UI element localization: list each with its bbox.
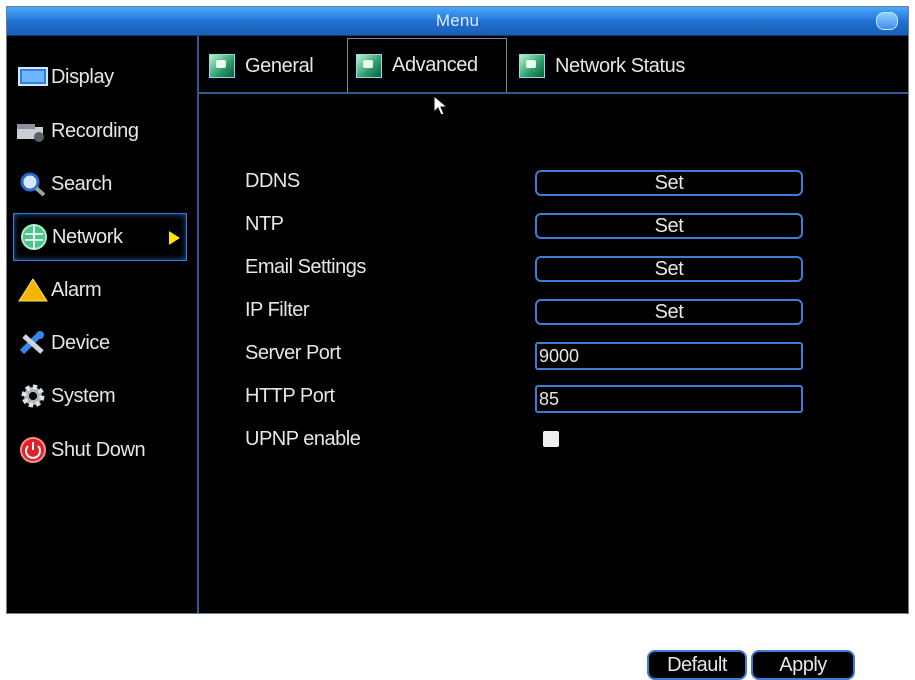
tab-network-status[interactable]: Network Status <box>511 40 731 92</box>
sidebar-item-search[interactable]: Search <box>13 161 185 207</box>
picture-icon <box>519 54 545 78</box>
tab-advanced[interactable]: Advanced <box>347 38 507 92</box>
ntp-set-button[interactable]: Set <box>535 213 803 239</box>
sidebar-item-label: Network <box>52 225 123 248</box>
apply-button[interactable]: Apply <box>751 650 855 680</box>
globe-icon <box>18 224 50 250</box>
ddns-label: DDNS <box>245 170 300 192</box>
http-port-label: HTTP Port <box>245 385 335 407</box>
warning-icon <box>17 277 49 303</box>
sidebar-item-label: System <box>51 384 116 407</box>
advanced-panel: DDNS Set NTP Set Email Settings Set IP F… <box>199 95 908 680</box>
sidebar-item-label: Alarm <box>51 278 102 301</box>
sidebar-item-alarm[interactable]: Alarm <box>13 267 185 313</box>
power-icon <box>17 437 49 463</box>
tab-label: General <box>245 54 314 77</box>
ntp-label: NTP <box>245 213 284 235</box>
ddns-set-button[interactable]: Set <box>535 170 803 196</box>
recorder-icon <box>17 118 49 144</box>
tab-general[interactable]: General <box>201 40 341 92</box>
email-settings-label: Email Settings <box>245 256 366 278</box>
sidebar-item-label: Device <box>51 331 110 354</box>
menu-window: Menu Display Recording Search Network Al… <box>6 6 909 680</box>
sidebar-item-shutdown[interactable]: Shut Down <box>13 427 185 473</box>
magnifier-icon <box>17 171 49 197</box>
sidebar-item-system[interactable]: System <box>13 373 185 419</box>
mouse-cursor-icon <box>433 94 449 122</box>
upnp-enable-label: UPNP enable <box>245 428 361 450</box>
close-icon[interactable] <box>876 12 898 30</box>
tab-bar: General Advanced Network Status <box>199 38 908 94</box>
selected-arrow-icon <box>169 231 180 245</box>
ip-filter-set-button[interactable]: Set <box>535 299 803 325</box>
http-port-field[interactable]: 85 <box>535 385 803 413</box>
default-button[interactable]: Default <box>647 650 747 680</box>
tools-icon <box>17 330 49 356</box>
email-settings-set-button[interactable]: Set <box>535 256 803 282</box>
tab-label: Advanced <box>392 54 478 76</box>
ip-filter-label: IP Filter <box>245 299 310 321</box>
sidebar-item-label: Shut Down <box>51 438 146 461</box>
sidebar-item-label: Search <box>51 172 112 195</box>
upnp-enable-checkbox[interactable] <box>543 431 559 447</box>
sidebar-item-label: Recording <box>51 119 139 142</box>
gear-icon <box>17 383 49 409</box>
tab-label: Network Status <box>555 54 686 77</box>
window-title: Menu <box>435 11 480 30</box>
sidebar-item-label: Display <box>51 65 114 88</box>
picture-icon <box>356 53 382 78</box>
server-port-label: Server Port <box>245 342 341 364</box>
sidebar-item-device[interactable]: Device <box>13 320 185 366</box>
sidebar-item-network[interactable]: Network <box>13 213 187 261</box>
picture-icon <box>209 54 235 78</box>
sidebar-item-recording[interactable]: Recording <box>13 108 185 154</box>
sidebar-item-display[interactable]: Display <box>13 54 185 100</box>
sidebar: Display Recording Search Network Alarm D… <box>7 36 199 613</box>
server-port-field[interactable]: 9000 <box>535 342 803 370</box>
title-bar: Menu <box>7 7 908 36</box>
display-icon <box>17 64 49 90</box>
